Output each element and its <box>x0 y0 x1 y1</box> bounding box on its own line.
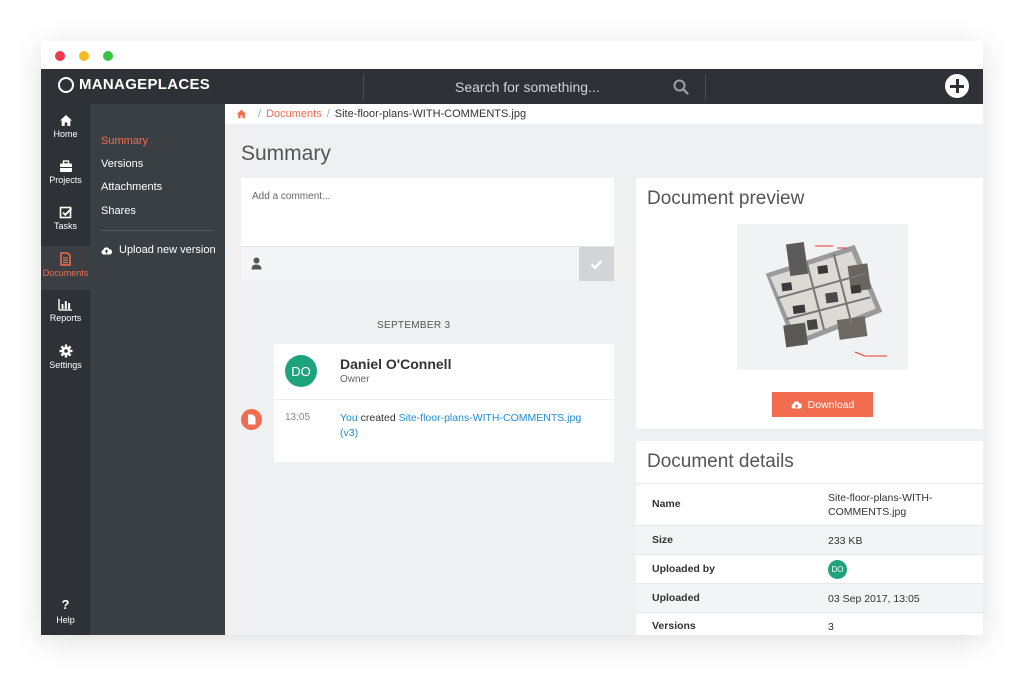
page-title: Summary <box>241 142 331 165</box>
nav-label: Help <box>56 615 75 625</box>
activity-action: created <box>357 412 399 424</box>
nav-label: Tasks <box>53 221 77 231</box>
cloud-download-icon <box>791 401 802 409</box>
activity-file-link[interactable]: Site-floor-plans-WITH-COMMENTS.jpg <box>399 412 582 424</box>
divider <box>101 230 214 231</box>
activity-actor-link[interactable]: You <box>340 412 358 424</box>
breadcrumb: / Documents / Site-floor-plans-WITH-COMM… <box>225 104 983 124</box>
close-window-button[interactable] <box>55 51 65 61</box>
subnav-attachments[interactable]: Attachments <box>101 181 162 193</box>
add-button[interactable] <box>945 74 969 98</box>
details-table: Name Site-floor-plans-WITH-COMMENTS.jpg … <box>636 483 983 635</box>
nav-label: Home <box>53 129 78 139</box>
document-details-card: Document details Name Site-floor-plans-W… <box>636 441 983 635</box>
main-content: / Documents / Site-floor-plans-WITH-COMM… <box>225 104 983 635</box>
app-window: MANAGEPLACES Search for something... Hom… <box>41 41 983 635</box>
user-name[interactable]: Daniel O'Connell <box>340 356 451 372</box>
detail-label: Uploaded by <box>652 563 716 575</box>
preview-title: Document preview <box>647 188 805 209</box>
activity-date: SEPTEMBER 3 <box>377 320 451 331</box>
activity-description: You created Site-floor-plans-WITH-COMMEN… <box>340 411 602 441</box>
user-role: Owner <box>340 374 370 385</box>
subnav-shares[interactable]: Shares <box>101 205 136 217</box>
detail-label: Versions <box>652 620 696 632</box>
divider <box>274 399 614 400</box>
detail-label: Name <box>652 498 681 510</box>
search-input[interactable]: Search for something... <box>455 79 600 95</box>
nav-reports[interactable]: Reports <box>41 292 90 336</box>
user-icon <box>251 257 262 270</box>
upload-new-version-button[interactable]: Upload new version <box>101 244 216 256</box>
subnav-summary[interactable]: Summary <box>101 135 148 147</box>
floor-plan-image[interactable] <box>737 224 908 370</box>
divider <box>705 74 706 100</box>
detail-value: 3 <box>828 621 834 633</box>
details-row-name: Name Site-floor-plans-WITH-COMMENTS.jpg <box>636 483 983 525</box>
main-nav-rail: Home Projects Tasks Documents Reports Se… <box>41 104 90 635</box>
detail-value: 03 Sep 2017, 13:05 <box>828 593 920 605</box>
breadcrumb-documents[interactable]: Documents <box>266 108 322 120</box>
top-bar: MANAGEPLACES Search for something... <box>41 69 983 104</box>
nav-label: Documents <box>42 268 89 278</box>
nav-documents[interactable]: Documents <box>41 246 90 290</box>
nav-settings[interactable]: Settings <box>41 338 90 382</box>
avatar[interactable]: DO <box>285 355 317 387</box>
home-icon[interactable] <box>236 109 247 119</box>
briefcase-icon <box>59 160 72 172</box>
detail-value: 233 KB <box>828 535 863 547</box>
comment-input[interactable]: Add a comment... <box>241 178 614 246</box>
breadcrumb-separator: / <box>326 108 330 120</box>
download-button[interactable]: Download <box>772 392 873 417</box>
minimize-window-button[interactable] <box>79 51 89 61</box>
download-label: Download <box>807 398 855 411</box>
nav-projects[interactable]: Projects <box>41 154 90 198</box>
bar-chart-icon <box>58 299 72 311</box>
app-logo[interactable]: MANAGEPLACES <box>58 76 210 93</box>
checkmark-icon <box>590 259 603 270</box>
window-titlebar <box>41 41 983 69</box>
nav-label: Projects <box>49 175 82 185</box>
comment-box: Add a comment... <box>241 178 614 281</box>
detail-label: Size <box>652 534 674 546</box>
search-icon[interactable] <box>673 79 689 95</box>
cloud-upload-icon <box>101 246 112 254</box>
logo-ring-icon <box>58 76 74 93</box>
nav-label: Reports <box>49 313 82 323</box>
checkbox-icon <box>59 206 72 219</box>
app-name: MANAGEPLACES <box>79 76 211 93</box>
submit-comment-button[interactable] <box>579 247 614 281</box>
breadcrumb-current: Site-floor-plans-WITH-COMMENTS.jpg <box>334 108 527 120</box>
document-icon <box>60 252 71 266</box>
document-subnav: Summary Versions Attachments Shares Uplo… <box>90 104 225 635</box>
document-event-icon <box>241 409 262 430</box>
help-icon: ? <box>61 597 70 612</box>
nav-home[interactable]: Home <box>41 108 90 152</box>
breadcrumb-separator: / <box>258 108 262 120</box>
nav-help[interactable]: ? Help <box>41 597 90 625</box>
gear-icon <box>59 344 72 358</box>
detail-label: Uploaded <box>652 592 700 604</box>
maximize-window-button[interactable] <box>103 51 113 61</box>
details-row-uploaded: Uploaded 03 Sep 2017, 13:05 <box>636 583 983 612</box>
upload-label: Upload new version <box>119 244 216 256</box>
activity-card: DO Daniel O'Connell Owner 13:05 You crea… <box>274 344 614 462</box>
avatar[interactable]: DO <box>828 560 847 579</box>
document-preview-card: Document preview Download <box>636 178 983 429</box>
nav-tasks[interactable]: Tasks <box>41 200 90 244</box>
activity-time: 13:05 <box>285 412 311 423</box>
nav-label: Settings <box>49 360 82 370</box>
search-bar[interactable]: Search for something... <box>363 69 705 104</box>
activity-version-link[interactable]: (v3) <box>340 427 358 439</box>
detail-value: Site-floor-plans-WITH-COMMENTS.jpg <box>828 492 933 518</box>
home-icon <box>59 115 72 126</box>
comment-toolbar <box>241 246 614 281</box>
detail-value: DO <box>828 560 973 579</box>
details-row-size: Size 233 KB <box>636 525 983 554</box>
details-row-versions: Versions 3 <box>636 612 983 635</box>
subnav-versions[interactable]: Versions <box>101 158 143 170</box>
details-row-uploaded-by: Uploaded by DO <box>636 554 983 583</box>
details-title: Document details <box>647 451 794 472</box>
